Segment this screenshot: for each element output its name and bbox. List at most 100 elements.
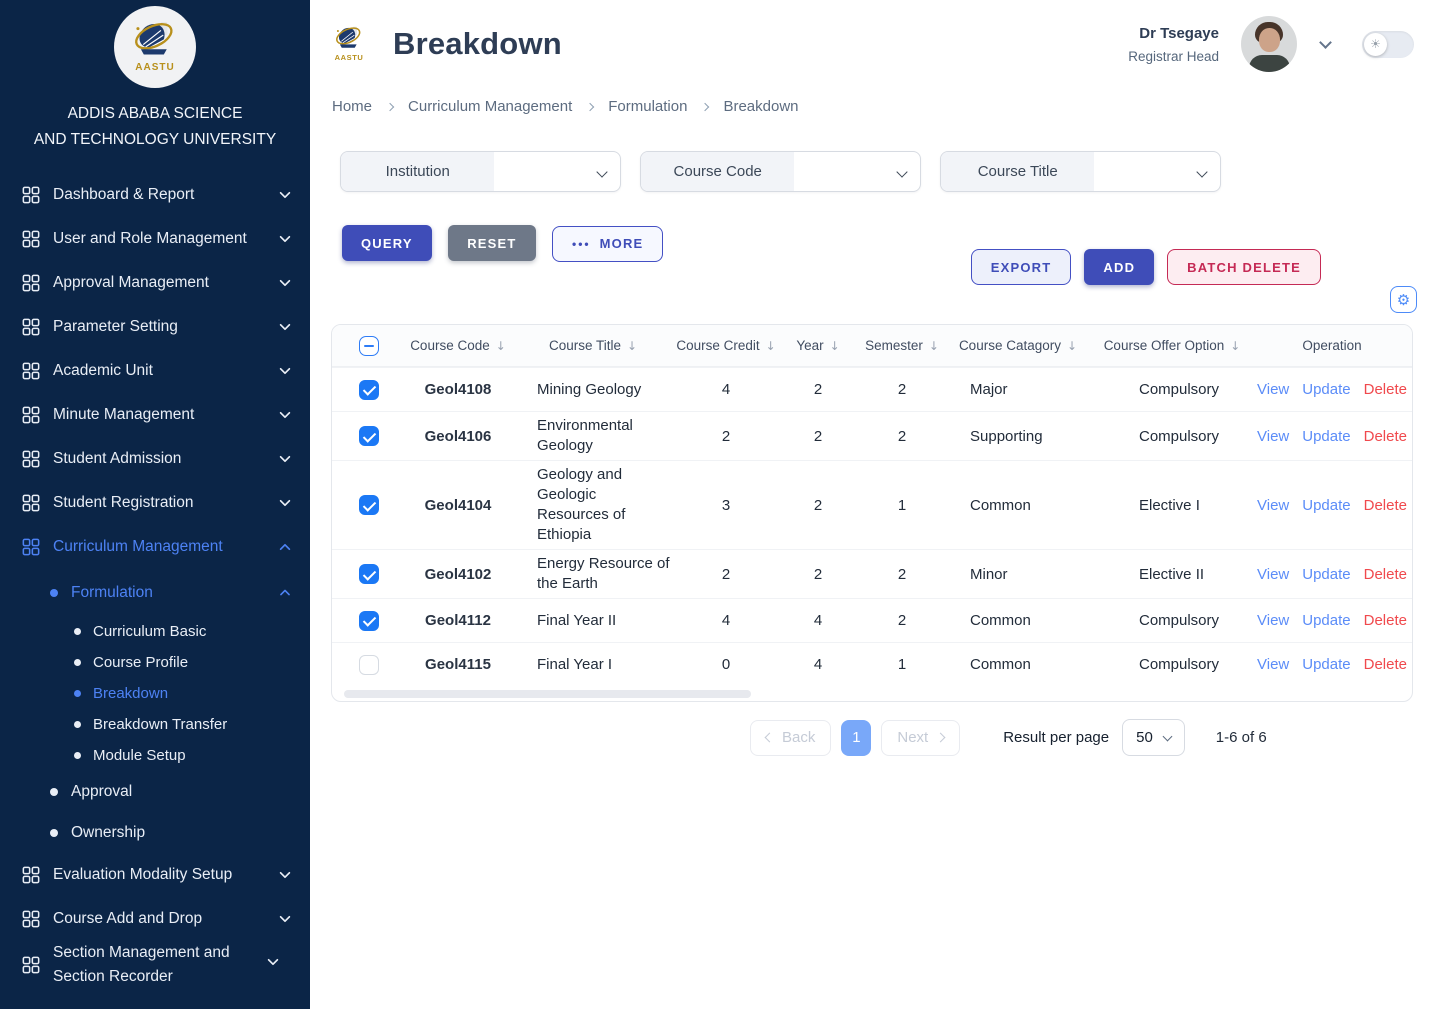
view-link[interactable]: View (1257, 566, 1289, 583)
sidebar-item-student-registration[interactable]: Student Registration (22, 481, 292, 525)
chevron-down-icon[interactable] (1319, 36, 1332, 49)
column-course-offer-option[interactable]: Course Offer Option↓ (1092, 338, 1252, 353)
row-checkbox[interactable] (359, 495, 379, 515)
sidebar-item-approval-management[interactable]: Approval Management (22, 261, 292, 305)
cell-semester: 1 (860, 656, 944, 673)
update-link[interactable]: Update (1302, 656, 1350, 673)
sidebar-item-label: Section Management and Section Recorder (53, 941, 253, 989)
column-semester[interactable]: Semester↓ (860, 338, 944, 353)
institution-select[interactable]: Institution (340, 151, 621, 192)
sidebar-item-label: Formulation (71, 584, 265, 602)
cell-course-code: Geol4108 (406, 381, 510, 398)
sidebar-item-approval[interactable]: Approval (22, 771, 292, 812)
export-button[interactable]: EXPORT (971, 249, 1072, 285)
sidebar-item-label: Parameter Setting (53, 315, 265, 339)
user-info: Dr Tsegaye Registrar Head (1128, 25, 1219, 64)
sidebar-item-breakdown[interactable]: Breakdown (22, 678, 292, 709)
next-button[interactable]: Next (881, 720, 960, 756)
sidebar-item-academic-unit[interactable]: Academic Unit (22, 349, 292, 393)
grid-icon (22, 866, 40, 884)
view-link[interactable]: View (1257, 428, 1289, 445)
cell-course-title: Final Year I (510, 651, 676, 679)
sidebar-item-label: User and Role Management (53, 227, 265, 251)
update-link[interactable]: Update (1302, 612, 1350, 629)
sidebar-item-course-profile[interactable]: Course Profile (22, 647, 292, 678)
sidebar-item-parameter-setting[interactable]: Parameter Setting (22, 305, 292, 349)
update-link[interactable]: Update (1302, 497, 1350, 514)
table-settings-row: ⚙ (310, 286, 1440, 313)
delete-link[interactable]: Delete (1364, 428, 1407, 445)
breadcrumb-home[interactable]: Home (332, 98, 372, 115)
avatar[interactable] (1241, 16, 1297, 72)
sidebar-item-curriculum-basic[interactable]: Curriculum Basic (22, 616, 292, 647)
topbar: AASTU Breakdown Dr Tsegaye Registrar Hea… (310, 0, 1440, 72)
institution-select-label: Institution (341, 152, 494, 191)
table-header: Course Code↓ Course Title↓ Course Credit… (332, 325, 1412, 367)
more-button[interactable]: ••• MORE (552, 226, 663, 262)
bullet-icon (74, 721, 81, 728)
table-settings-button[interactable]: ⚙ (1390, 286, 1417, 313)
back-button[interactable]: Back (750, 720, 831, 756)
delete-link[interactable]: Delete (1364, 566, 1407, 583)
sidebar-item-formulation[interactable]: Formulation (22, 569, 292, 616)
add-button[interactable]: ADD (1084, 249, 1154, 285)
column-course-title[interactable]: Course Title↓ (510, 338, 676, 353)
row-checkbox[interactable] (359, 380, 379, 400)
course-title-select[interactable]: Course Title (940, 151, 1221, 192)
sidebar-item-minute-management[interactable]: Minute Management (22, 393, 292, 437)
select-all-checkbox[interactable] (359, 336, 379, 356)
bullet-icon (74, 659, 81, 666)
cell-year: 4 (776, 612, 860, 629)
delete-link[interactable]: Delete (1364, 612, 1407, 629)
column-course-code[interactable]: Course Code↓ (406, 338, 510, 353)
chevron-down-icon (596, 166, 607, 177)
sidebar-item-breakdown-transfer[interactable]: Breakdown Transfer (22, 709, 292, 740)
sidebar-item-module-setup[interactable]: Module Setup (22, 740, 292, 771)
column-course-credit[interactable]: Course Credit↓ (676, 338, 776, 353)
sidebar-item-course-add-and-drop[interactable]: Course Add and Drop (22, 897, 292, 941)
view-link[interactable]: View (1257, 381, 1289, 398)
delete-link[interactable]: Delete (1364, 381, 1407, 398)
view-link[interactable]: View (1257, 497, 1289, 514)
delete-link[interactable]: Delete (1364, 497, 1407, 514)
row-checkbox[interactable] (359, 564, 379, 584)
batch-delete-button[interactable]: BATCH DELETE (1167, 249, 1321, 285)
cell-course-category: Common (944, 612, 1092, 629)
update-link[interactable]: Update (1302, 381, 1350, 398)
sidebar-item-user-role-management[interactable]: User and Role Management (22, 217, 292, 261)
sidebar-item-dashboard-report[interactable]: Dashboard & Report (22, 173, 292, 217)
row-checkbox[interactable] (359, 655, 379, 675)
view-link[interactable]: View (1257, 656, 1289, 673)
update-link[interactable]: Update (1302, 566, 1350, 583)
sidebar-item-curriculum-management[interactable]: Curriculum Management (22, 525, 292, 569)
sun-icon: ☀ (1370, 37, 1381, 51)
table-row: Geol4104 Geology and Geologic Resources … (332, 460, 1412, 549)
column-year[interactable]: Year↓ (776, 338, 860, 353)
row-checkbox[interactable] (359, 426, 379, 446)
sidebar-item-evaluation-modality-setup[interactable]: Evaluation Modality Setup (22, 853, 292, 897)
breadcrumb-breakdown[interactable]: Breakdown (723, 98, 798, 115)
cell-course-code: Geol4102 (406, 566, 510, 583)
chevron-down-icon (1162, 731, 1172, 741)
view-link[interactable]: View (1257, 612, 1289, 629)
update-link[interactable]: Update (1302, 428, 1350, 445)
theme-toggle[interactable]: ☀ (1362, 31, 1414, 58)
university-name-line1: ADDIS ABABA SCIENCE (0, 101, 310, 127)
column-operation: Operation (1252, 338, 1412, 353)
sidebar-item-section-management[interactable]: Section Management and Section Recorder (22, 941, 292, 989)
reset-button[interactable]: RESET (448, 225, 535, 261)
page-1-button[interactable]: 1 (841, 720, 871, 756)
sort-icon: ↓ (929, 339, 939, 353)
column-course-category[interactable]: Course Catagory↓ (944, 338, 1092, 353)
scrollbar-thumb[interactable] (344, 690, 751, 698)
row-checkbox[interactable] (359, 611, 379, 631)
delete-link[interactable]: Delete (1364, 656, 1407, 673)
breadcrumb-formulation[interactable]: Formulation (608, 98, 687, 115)
sidebar-item-ownership[interactable]: Ownership (22, 812, 292, 853)
breadcrumb-curriculum-management[interactable]: Curriculum Management (408, 98, 572, 115)
query-button[interactable]: QUERY (342, 225, 432, 261)
per-page-select[interactable]: 50 (1122, 719, 1185, 756)
course-code-select[interactable]: Course Code (640, 151, 921, 192)
sidebar-item-student-admission[interactable]: Student Admission (22, 437, 292, 481)
cell-course-code: Geol4112 (406, 612, 510, 629)
